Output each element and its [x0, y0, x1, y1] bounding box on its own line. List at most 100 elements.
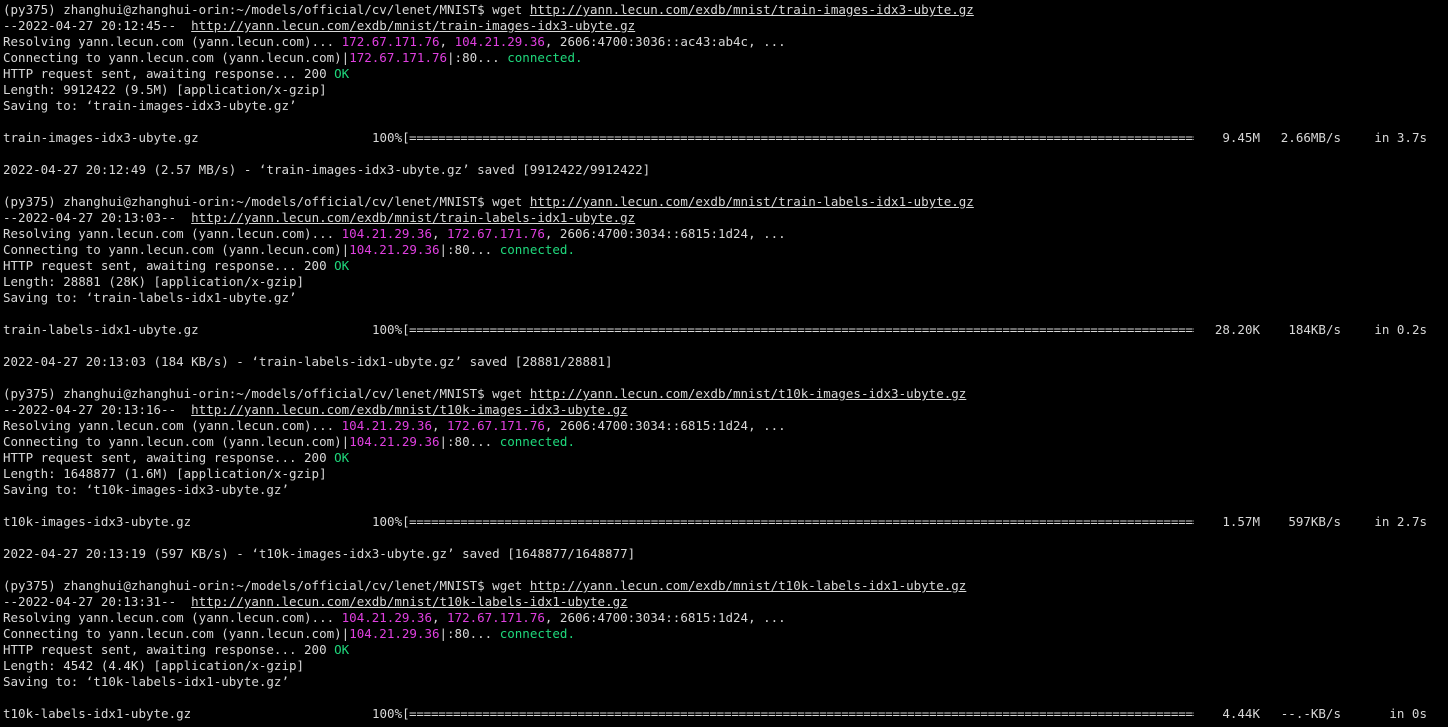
command-url[interactable]: http://yann.lecun.com/exdb/mnist/train-i… — [530, 2, 974, 17]
shell-prompt: (py375) zhanghui@zhanghui-orin:~/models/… — [3, 578, 493, 593]
ipv6-text: , 2606:4700:3034::6815:1d24, ... — [544, 418, 786, 433]
progress-rate: --.-KB/s — [1280, 706, 1341, 721]
resolving-text: Resolving yann.lecun.com (yann.lecun.com… — [3, 418, 342, 433]
timestamp-line: --2022-04-27 20:13:16-- http://yann.lecu… — [3, 402, 1448, 418]
ipv6-text: , 2606:4700:3034::6815:1d24, ... — [544, 610, 786, 625]
http-line: HTTP request sent, awaiting response... … — [3, 450, 1448, 466]
ip-address: 104.21.29.36 — [454, 34, 545, 49]
port-text: |:80... — [439, 626, 500, 641]
http-text: HTTP request sent, awaiting response... … — [3, 66, 335, 81]
http-text: HTTP request sent, awaiting response... … — [3, 258, 335, 273]
ip-address: 104.21.29.36 — [349, 242, 440, 257]
progress-eta: in 0.2s — [1374, 322, 1427, 337]
timestamp-line: --2022-04-27 20:12:45-- http://yann.lecu… — [3, 18, 1448, 34]
saving-line: Saving to: ‘train-labels-idx1-ubyte.gz’ — [3, 290, 297, 305]
connecting-text: Connecting to yann.lecun.com (yann.lecun… — [3, 242, 350, 257]
resolving-text: Resolving yann.lecun.com (yann.lecun.com… — [3, 34, 342, 49]
saving-line: Saving to: ‘t10k-labels-idx1-ubyte.gz’ — [3, 674, 289, 689]
progress-line: train-labels-idx1-ubyte.gz 100%[ =======… — [3, 322, 1448, 338]
length-line: Length: 1648877 (1.6M) [application/x-gz… — [3, 466, 327, 481]
progress-filename: train-images-idx3-ubyte.gz — [3, 130, 199, 145]
resolving-text: Resolving yann.lecun.com (yann.lecun.com… — [3, 610, 342, 625]
ipv6-text: , 2606:4700:3034::6815:1d24, ... — [544, 226, 786, 241]
command-block: (py375) zhanghui@zhanghui-orin:~/models/… — [3, 2, 1448, 194]
ok-status: OK — [334, 258, 350, 273]
request-url[interactable]: http://yann.lecun.com/exdb/mnist/t10k-la… — [191, 594, 628, 609]
ip-address: 172.67.171.76 — [447, 418, 545, 433]
progress-percent: 100%[ — [372, 514, 410, 529]
progress-line: train-images-idx3-ubyte.gz 100%[ =======… — [3, 130, 1448, 146]
ip-address: 104.21.29.36 — [341, 226, 432, 241]
connecting-text: Connecting to yann.lecun.com (yann.lecun… — [3, 626, 350, 641]
connecting-line: Connecting to yann.lecun.com (yann.lecun… — [3, 626, 1448, 642]
timestamp-text: --2022-04-27 20:12:45-- — [3, 18, 192, 33]
separator-text: , — [431, 418, 448, 433]
length-line: Length: 4542 (4.4K) [application/x-gzip] — [3, 658, 305, 673]
separator-text: , — [431, 226, 448, 241]
ip-address: 104.21.29.36 — [349, 434, 440, 449]
command-block: (py375) zhanghui@zhanghui-orin:~/models/… — [3, 386, 1448, 578]
progress-rate: 184KB/s — [1288, 322, 1341, 337]
http-line: HTTP request sent, awaiting response... … — [3, 258, 1448, 274]
command-text: wget — [492, 2, 530, 17]
command-line: (py375) zhanghui@zhanghui-orin:~/models/… — [3, 2, 1448, 18]
ip-address: 104.21.29.36 — [341, 418, 432, 433]
resolving-line: Resolving yann.lecun.com (yann.lecun.com… — [3, 418, 1448, 434]
http-line: HTTP request sent, awaiting response... … — [3, 642, 1448, 658]
connected-status: connected. — [499, 242, 575, 257]
ip-address: 172.67.171.76 — [447, 610, 545, 625]
progress-filename: train-labels-idx1-ubyte.gz — [3, 322, 199, 337]
progress-rate: 2.66MB/s — [1280, 130, 1341, 145]
ipv6-text: , 2606:4700:3036::ac43:ab4c, ... — [544, 34, 786, 49]
ok-status: OK — [334, 66, 350, 81]
shell-prompt: (py375) zhanghui@zhanghui-orin:~/models/… — [3, 194, 493, 209]
request-url[interactable]: http://yann.lecun.com/exdb/mnist/t10k-im… — [191, 402, 628, 417]
command-line: (py375) zhanghui@zhanghui-orin:~/models/… — [3, 578, 1448, 594]
ip-address: 172.67.171.76 — [447, 226, 545, 241]
command-url[interactable]: http://yann.lecun.com/exdb/mnist/t10k-la… — [530, 578, 967, 593]
terminal-window[interactable]: (py375) zhanghui@zhanghui-orin:~/models/… — [0, 0, 1448, 727]
progress-bar: ========================================… — [409, 130, 1194, 145]
http-text: HTTP request sent, awaiting response... … — [3, 642, 335, 657]
saved-line: 2022-04-27 20:13:19 (597 KB/s) - ‘t10k-i… — [3, 546, 636, 561]
connecting-text: Connecting to yann.lecun.com (yann.lecun… — [3, 50, 350, 65]
connected-status: connected. — [499, 434, 575, 449]
ip-address: 104.21.29.36 — [341, 610, 432, 625]
ok-status: OK — [334, 450, 350, 465]
saving-line: Saving to: ‘train-images-idx3-ubyte.gz’ — [3, 98, 297, 113]
connected-status: connected. — [507, 50, 583, 65]
timestamp-line: --2022-04-27 20:13:03-- http://yann.lecu… — [3, 210, 1448, 226]
command-url[interactable]: http://yann.lecun.com/exdb/mnist/train-l… — [530, 194, 974, 209]
progress-bar: ========================================… — [409, 706, 1194, 721]
command-block: (py375) zhanghui@zhanghui-orin:~/models/… — [3, 194, 1448, 386]
port-text: |:80... — [447, 50, 508, 65]
progress-line: t10k-labels-idx1-ubyte.gz 100%[ ========… — [3, 706, 1448, 722]
progress-line: t10k-images-idx3-ubyte.gz 100%[ ========… — [3, 514, 1448, 530]
separator-text: , — [439, 34, 455, 49]
request-url[interactable]: http://yann.lecun.com/exdb/mnist/train-l… — [191, 210, 635, 225]
port-text: |:80... — [439, 434, 500, 449]
length-line: Length: 9912422 (9.5M) [application/x-gz… — [3, 82, 327, 97]
connected-status: connected. — [499, 626, 575, 641]
shell-prompt: (py375) zhanghui@zhanghui-orin:~/models/… — [3, 386, 493, 401]
resolving-text: Resolving yann.lecun.com (yann.lecun.com… — [3, 226, 342, 241]
command-line: (py375) zhanghui@zhanghui-orin:~/models/… — [3, 386, 1448, 402]
progress-size: 4.44K — [1222, 706, 1260, 721]
timestamp-line: --2022-04-27 20:13:31-- http://yann.lecu… — [3, 594, 1448, 610]
request-url[interactable]: http://yann.lecun.com/exdb/mnist/train-i… — [191, 18, 635, 33]
ip-address: 172.67.171.76 — [349, 50, 448, 65]
connecting-line: Connecting to yann.lecun.com (yann.lecun… — [3, 434, 1448, 450]
progress-eta: in 0s — [1389, 706, 1427, 721]
command-block: (py375) zhanghui@zhanghui-orin:~/models/… — [3, 578, 1448, 722]
resolving-line: Resolving yann.lecun.com (yann.lecun.com… — [3, 226, 1448, 242]
command-url[interactable]: http://yann.lecun.com/exdb/mnist/t10k-im… — [530, 386, 967, 401]
progress-bar: ========================================… — [409, 514, 1194, 529]
